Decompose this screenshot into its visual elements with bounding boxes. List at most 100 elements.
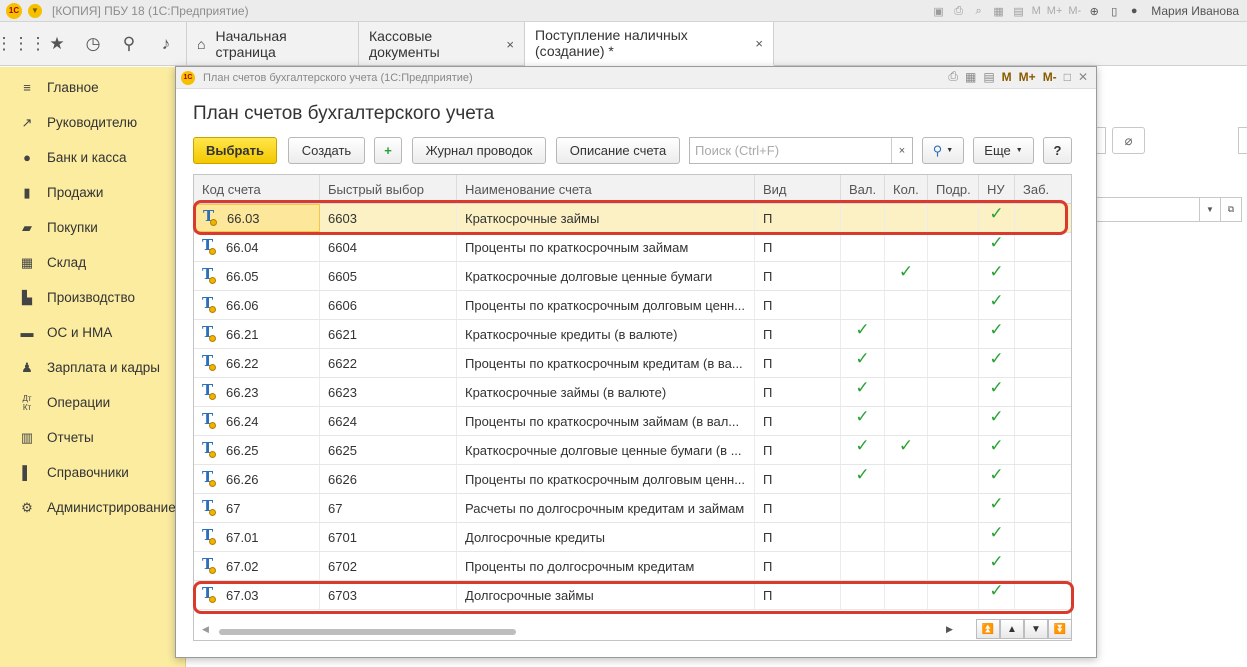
column-header[interactable]: Кол.: [885, 175, 928, 204]
table-row[interactable]: T 66.06 6606 Проценты по краткосрочным долг…: [194, 291, 1071, 320]
more-button[interactable]: Еще ▼: [973, 137, 1034, 164]
close-icon[interactable]: ✕: [1078, 70, 1088, 84]
column-header[interactable]: Вал.: [841, 175, 885, 204]
table-row[interactable]: T 67 67 Расчеты по долгосрочным кредитам и …: [194, 494, 1071, 523]
sidebar-item-catalogs[interactable]: ▌ Справочники: [0, 455, 185, 490]
tab-cash-documents[interactable]: Кассовые документы ×: [359, 22, 525, 66]
memory-mminus-button[interactable]: M-: [1068, 5, 1081, 17]
check-icon: ✓: [989, 436, 1004, 455]
column-header[interactable]: Подр.: [928, 175, 979, 204]
table-row[interactable]: T 66.04 6604 Проценты по краткосрочным займ…: [194, 233, 1071, 262]
table-row[interactable]: T 66.25 6625 Краткосрочные долговые ценные …: [194, 436, 1071, 465]
quick-select-cell: 6603: [320, 204, 457, 232]
calc-icon[interactable]: ▦: [992, 4, 1006, 18]
sidebar-item-fixed-assets[interactable]: ▬ ОС и НМА: [0, 315, 185, 350]
search-options-button[interactable]: ⚲ ▼: [922, 137, 964, 164]
sidebar-item-sales[interactable]: ▮ Продажи: [0, 175, 185, 210]
history-icon[interactable]: ◷: [74, 22, 112, 66]
off-balance-flag-cell: [1015, 291, 1071, 319]
panel-icon[interactable]: ▯: [1107, 4, 1121, 18]
column-header[interactable]: Заб.: [1015, 175, 1071, 204]
search-icon[interactable]: ⚲: [110, 22, 148, 66]
select-button[interactable]: Выбрать: [193, 137, 277, 164]
column-header[interactable]: НУ: [979, 175, 1015, 204]
print-icon[interactable]: ⎙: [952, 4, 966, 18]
first-row-icon[interactable]: ⏫: [976, 619, 1000, 639]
save-icon[interactable]: ▣: [932, 4, 946, 18]
zoom-icon[interactable]: ⊕: [1087, 4, 1101, 18]
table-row[interactable]: T 66.24 6624 Проценты по краткосрочным займ…: [194, 407, 1071, 436]
last-row-icon[interactable]: ⏬: [1048, 619, 1072, 639]
quick-select-cell: 6703: [320, 581, 457, 609]
table-row[interactable]: T 66.21 6621 Краткосрочные кредиты (в валют…: [194, 320, 1071, 349]
sections-grid-icon[interactable]: ⋮⋮⋮: [0, 22, 47, 66]
table-row[interactable]: T 66.05 6605 Краткосрочные долговые ценные …: [194, 262, 1071, 291]
sidebar-item-reports[interactable]: ▥ Отчеты: [0, 420, 185, 455]
favorites-star-icon[interactable]: ★: [38, 22, 76, 66]
account-kind-cell: П: [755, 494, 841, 522]
close-icon[interactable]: ×: [755, 36, 763, 51]
main-menu-icon[interactable]: ▼: [28, 3, 42, 18]
memory-mplus-button[interactable]: M+: [1019, 70, 1036, 84]
table-row[interactable]: T 67.01 6701 Долгосрочные кредиты П ✓: [194, 523, 1071, 552]
sidebar-item-production[interactable]: ▙ Производство: [0, 280, 185, 315]
notifications-bell-icon[interactable]: ♪: [147, 22, 185, 66]
tab-home[interactable]: ⌂ Начальная страница: [186, 22, 359, 66]
scroll-left-icon[interactable]: ◀: [202, 624, 209, 635]
column-header[interactable]: Наименование счета: [457, 175, 755, 204]
dropdown-icon[interactable]: ▼: [1199, 197, 1221, 222]
help-button[interactable]: ?: [1043, 137, 1072, 164]
preview-icon[interactable]: ⌕: [972, 4, 986, 18]
check-icon: ✓: [989, 465, 1004, 484]
calendar-icon[interactable]: ▤: [1012, 4, 1026, 18]
sidebar-item-bank[interactable]: ● Банк и касса: [0, 140, 185, 175]
table-row[interactable]: T 66.03 6603 Краткосрочные займы П ✓: [194, 204, 1071, 233]
clear-icon[interactable]: ×: [891, 138, 912, 163]
memory-mminus-button[interactable]: M-: [1043, 70, 1057, 84]
attachment-icon[interactable]: ⌀: [1112, 127, 1145, 154]
sidebar-item-main[interactable]: ≡ Главное: [0, 70, 185, 105]
prev-row-icon[interactable]: ▲: [1000, 619, 1024, 639]
calendar-icon[interactable]: ▤: [983, 70, 994, 84]
sidebar-item-management[interactable]: ↗ Руководителю: [0, 105, 185, 140]
add-copy-icon[interactable]: +: [374, 137, 402, 164]
sidebar-item-warehouse[interactable]: ▦ Склад: [0, 245, 185, 280]
column-header[interactable]: Вид: [755, 175, 841, 204]
account-type-icon: T: [202, 323, 220, 342]
user-name[interactable]: Мария Иванова: [1151, 4, 1239, 18]
open-icon[interactable]: ⧉: [1220, 197, 1242, 222]
memory-m-button[interactable]: M: [1032, 5, 1041, 17]
memory-mplus-button[interactable]: M+: [1047, 5, 1063, 17]
column-header[interactable]: Быстрый выбор: [320, 175, 457, 204]
column-header[interactable]: Код счета: [194, 175, 320, 204]
background-field[interactable]: [1096, 197, 1200, 222]
quick-select-cell: 6701: [320, 523, 457, 551]
maximize-icon[interactable]: □: [1064, 70, 1071, 84]
journal-button[interactable]: Журнал проводок: [412, 137, 546, 164]
check-icon: ✓: [989, 320, 1004, 339]
dialog-title-bar: 1С План счетов бухгалтерского учета (1С:…: [176, 67, 1096, 89]
sidebar-item-purchases[interactable]: ▰ Покупки: [0, 210, 185, 245]
truck-icon: ▬: [20, 325, 34, 340]
search-input[interactable]: Поиск (Ctrl+F) ×: [689, 137, 913, 164]
memory-m-button[interactable]: M: [1002, 70, 1012, 84]
table-row[interactable]: T 66.23 6623 Краткосрочные займы (в валюте)…: [194, 378, 1071, 407]
table-row[interactable]: T 67.03 6703 Долгосрочные займы П ✓: [194, 581, 1071, 610]
table-row[interactable]: T 66.22 6622 Проценты по краткосрочным кред…: [194, 349, 1071, 378]
close-icon[interactable]: ×: [506, 37, 514, 52]
sidebar-item-salary[interactable]: ♟ Зарплата и кадры: [0, 350, 185, 385]
table-row[interactable]: T 66.26 6626 Проценты по краткосрочным долг…: [194, 465, 1071, 494]
horizontal-scrollbar[interactable]: ◀ ▶: [194, 623, 964, 640]
tab-cash-receipt[interactable]: Поступление наличных (создание) * ×: [525, 22, 774, 66]
table-row[interactable]: T 67.02 6702 Проценты по долгосрочным креди…: [194, 552, 1071, 581]
background-button[interactable]: [1238, 127, 1247, 154]
create-button[interactable]: Создать: [288, 137, 365, 164]
scrollbar-thumb[interactable]: [219, 629, 516, 635]
print-icon[interactable]: ⎙: [948, 69, 958, 84]
account-description-button[interactable]: Описание счета: [556, 137, 680, 164]
scroll-right-icon[interactable]: ▶: [946, 624, 953, 635]
sidebar-item-admin[interactable]: ⚙ Администрирование: [0, 490, 185, 525]
next-row-icon[interactable]: ▼: [1024, 619, 1048, 639]
sidebar-item-operations[interactable]: Дт Кт Операции: [0, 385, 185, 420]
calc-icon[interactable]: ▦: [965, 70, 976, 84]
